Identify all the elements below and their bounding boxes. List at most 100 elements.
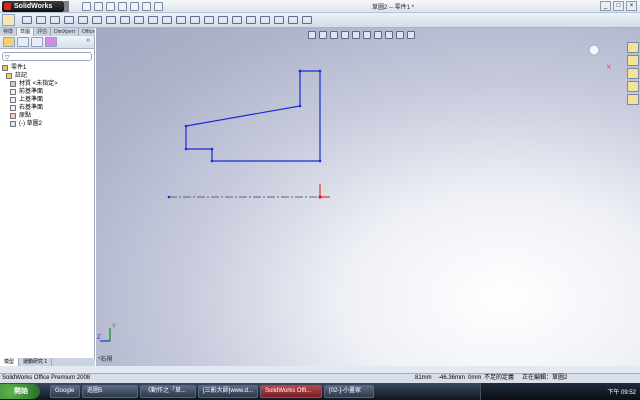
options-icon[interactable]	[154, 2, 163, 11]
appearances-icon[interactable]	[627, 94, 639, 105]
feature-manager-icon[interactable]	[3, 37, 15, 47]
task-button[interactable]: [02-]-小畫家	[324, 385, 374, 398]
pattern-icon[interactable]	[232, 16, 242, 24]
sketch-point[interactable]	[298, 104, 302, 108]
open-file-icon[interactable]	[94, 2, 103, 11]
close-button[interactable]: ×	[626, 1, 637, 11]
plane-icon	[10, 97, 16, 103]
plane-icon	[10, 89, 16, 95]
sketch-point[interactable]	[184, 147, 188, 151]
model-tabs: 模型 運動研究 1	[0, 358, 95, 366]
arc-icon[interactable]	[78, 16, 88, 24]
sheet-tab-strip	[0, 366, 640, 373]
task-button-solidworks[interactable]: SolidWorks Offi...	[260, 385, 322, 398]
sketch-point[interactable]	[318, 159, 322, 163]
repair-sketch-icon[interactable]	[274, 16, 284, 24]
task-button[interactable]: 巡圖5	[82, 385, 138, 398]
tab-dimxpert[interactable]: DimXpert	[51, 28, 79, 36]
feature-tree: 零件1 註記 材質 <未指定> 前基準面 上基準面 右基準面 原點 (-) 草圖…	[2, 64, 58, 128]
trim-icon[interactable]	[176, 16, 186, 24]
solidworks-logo[interactable]: SolidWorks	[2, 1, 64, 12]
move-entities-icon[interactable]	[246, 16, 256, 24]
task-buttons: Google 巡圖5 《動作之「草... [三影大師]www.d... Soli…	[50, 385, 374, 398]
tab-sketch[interactable]: 草圖	[17, 28, 35, 36]
system-tray: 下午 09:52	[480, 383, 640, 400]
centerline-endpoint[interactable]	[167, 195, 171, 199]
google-toolbar[interactable]: Google	[50, 385, 80, 398]
feature-manager-panel: » ▽ 零件1 註記 材質 <未指定> 前基準面 上基準面 右基準面 原點 (-…	[0, 36, 95, 366]
cursor-x: 81mm	[415, 375, 432, 381]
sketch-profile[interactable]	[185, 70, 321, 162]
menu-flyout-icon[interactable]	[64, 1, 69, 12]
tab-motion-study[interactable]: 運動研究 1	[19, 358, 53, 366]
fillet-icon[interactable]	[120, 16, 130, 24]
centerline-icon[interactable]	[148, 16, 158, 24]
smart-dimension-icon[interactable]	[22, 16, 32, 24]
file-explorer-icon[interactable]	[627, 68, 639, 79]
view-palette-icon[interactable]	[627, 81, 639, 92]
tree-item-annotations[interactable]: 註記	[2, 72, 58, 80]
tree-item-material[interactable]: 材質 <未指定>	[2, 80, 58, 88]
sketch-origin	[318, 184, 330, 199]
convert-entities-icon[interactable]	[190, 16, 200, 24]
offset-icon[interactable]	[204, 16, 214, 24]
configuration-manager-icon[interactable]	[31, 37, 43, 47]
task-button[interactable]: [三影大師]www.d...	[198, 385, 258, 398]
new-file-icon[interactable]	[82, 2, 91, 11]
minimize-button[interactable]: _	[600, 1, 611, 11]
start-button[interactable]: 開始	[0, 384, 40, 399]
windows-taskbar: 開始 Google 巡圖5 《動作之「草... [三影大師]www.d... S…	[0, 383, 640, 400]
mirror-icon[interactable]	[218, 16, 228, 24]
tree-filter-input[interactable]: ▽	[2, 52, 92, 61]
tree-item-top-plane[interactable]: 上基準面	[2, 96, 58, 104]
sketch-point[interactable]	[184, 124, 188, 128]
spline-icon[interactable]	[92, 16, 102, 24]
sketch-tools	[22, 16, 312, 24]
view-orientation-label: *右視	[98, 357, 113, 363]
exit-sketch-icon[interactable]	[588, 44, 600, 56]
point-icon[interactable]	[134, 16, 144, 24]
annotations-icon	[6, 73, 12, 79]
rapid-sketch-icon[interactable]	[302, 16, 312, 24]
tree-item-sketch2[interactable]: (-) 草圖2	[2, 120, 58, 128]
exit-sketch-button[interactable]	[2, 14, 15, 26]
origin-icon	[10, 113, 16, 119]
undo-icon[interactable]	[130, 2, 139, 11]
line-icon[interactable]	[36, 16, 46, 24]
tree-item-front-plane[interactable]: 前基準面	[2, 88, 58, 96]
ellipse-icon[interactable]	[106, 16, 116, 24]
window-title: 草圖2 -- 零件1 *	[372, 5, 415, 11]
tab-features[interactable]: 特徵	[0, 28, 18, 36]
resources-icon[interactable]	[627, 42, 639, 53]
tab-evaluate[interactable]: 評估	[34, 28, 52, 36]
task-pane-tabs	[627, 42, 640, 105]
tree-item-origin[interactable]: 原點	[2, 112, 58, 120]
tab-model[interactable]: 模型	[0, 358, 20, 366]
text-icon[interactable]	[162, 16, 172, 24]
more-tabs-icon[interactable]: »	[86, 37, 90, 44]
task-button[interactable]: 《動作之「草...	[140, 385, 196, 398]
sketch-point[interactable]	[318, 69, 322, 73]
cursor-z: 0mm	[468, 375, 482, 381]
save-icon[interactable]	[106, 2, 115, 11]
cancel-sketch-icon[interactable]: ×	[606, 62, 612, 73]
quick-snaps-icon[interactable]	[288, 16, 298, 24]
sketch-point[interactable]	[210, 147, 214, 151]
view-triad: Y Z	[97, 324, 116, 342]
circle-icon[interactable]	[64, 16, 74, 24]
standard-toolbar	[82, 2, 163, 11]
sketch-point[interactable]	[298, 69, 302, 73]
design-library-icon[interactable]	[627, 55, 639, 66]
tree-item-right-plane[interactable]: 右基準面	[2, 104, 58, 112]
tree-item-part[interactable]: 零件1	[2, 64, 58, 72]
rectangle-icon[interactable]	[50, 16, 60, 24]
maximize-button[interactable]: □	[613, 1, 624, 11]
print-icon[interactable]	[118, 2, 127, 11]
clock[interactable]: 下午 09:52	[607, 387, 636, 396]
display-relations-icon[interactable]	[260, 16, 270, 24]
dimxpert-manager-icon[interactable]	[45, 37, 57, 47]
graphics-area[interactable]: Y Z × *右視	[96, 28, 640, 366]
sketch-point[interactable]	[210, 159, 214, 163]
rebuild-icon[interactable]	[142, 2, 151, 11]
property-manager-icon[interactable]	[17, 37, 29, 47]
